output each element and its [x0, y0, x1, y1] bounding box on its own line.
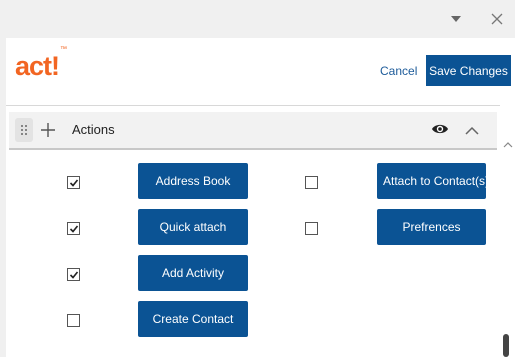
preferences-button[interactable]: Prefrences	[377, 209, 486, 245]
panel-header: act!™ Cancel Save Changes	[6, 38, 515, 96]
drag-handle-icon[interactable]	[15, 118, 33, 142]
chevron-up-icon[interactable]	[465, 123, 479, 135]
quick-attach-checkbox[interactable]	[67, 222, 80, 235]
logo-trademark: ™	[60, 46, 67, 53]
plus-icon[interactable]	[39, 121, 57, 139]
act-logo: act!™	[15, 46, 67, 82]
chevron-down-icon[interactable]	[446, 9, 466, 29]
address-book-checkbox[interactable]	[67, 176, 80, 189]
scroll-up-icon[interactable]	[502, 138, 514, 150]
address-book-button[interactable]: Address Book	[138, 163, 248, 199]
eye-icon[interactable]	[431, 122, 449, 136]
logo-text: act!	[15, 51, 60, 81]
window-titlebar	[0, 0, 515, 38]
save-changes-button[interactable]: Save Changes	[426, 55, 511, 86]
section-title: Actions	[72, 122, 115, 137]
quick-attach-button[interactable]: Quick attach	[138, 209, 248, 245]
create-contact-button[interactable]: Create Contact	[138, 301, 248, 337]
add-activity-checkbox[interactable]	[67, 268, 80, 281]
add-activity-button[interactable]: Add Activity	[138, 255, 248, 291]
cancel-link[interactable]: Cancel	[380, 64, 417, 78]
attach-to-contacts-checkbox[interactable]	[305, 176, 318, 189]
actions-section-header: Actions	[9, 112, 497, 150]
close-icon[interactable]	[487, 9, 507, 29]
divider	[6, 105, 500, 106]
preferences-checkbox[interactable]	[305, 222, 318, 235]
actions-scroll-area[interactable]: Actions Address Book Quick attach Add Ac…	[6, 96, 515, 357]
settings-panel: act!™ Cancel Save Changes Actions Addres…	[6, 38, 515, 357]
vertical-scrollbar-thumb[interactable]	[503, 334, 509, 357]
attach-to-contacts-button[interactable]: Attach to Contact(s)	[377, 163, 486, 199]
create-contact-checkbox[interactable]	[67, 314, 80, 327]
